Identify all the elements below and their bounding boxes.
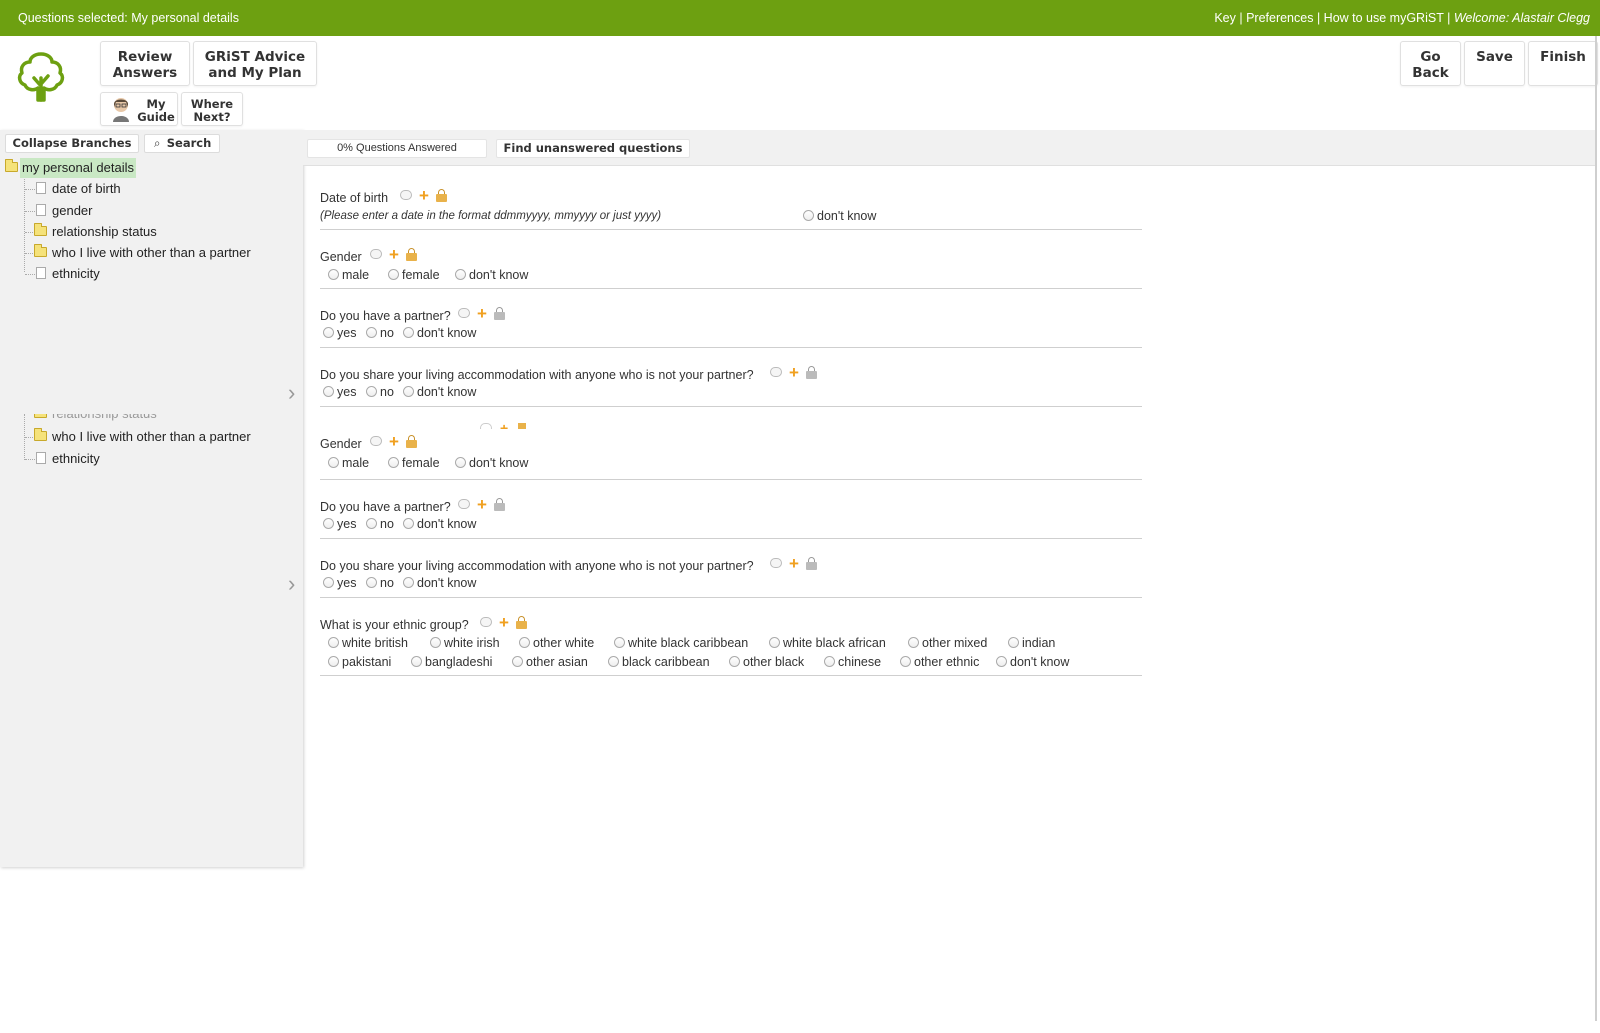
- question-partner: Do you have a partner? + yes no don't kn…: [320, 303, 1142, 348]
- plus-icon[interactable]: +: [475, 496, 489, 513]
- folder-icon: [34, 244, 47, 257]
- question-title: Do you have a partner?: [320, 500, 451, 514]
- folder-icon: [34, 428, 47, 441]
- question-title: Date of birth: [320, 191, 389, 205]
- question-share-accommodation: Do you share your living accommodation w…: [320, 362, 1142, 407]
- find-unanswered-button[interactable]: Find unanswered questions: [496, 139, 690, 158]
- welcome-text: Welcome: Alastair Clegg: [1453, 11, 1590, 25]
- question-gender: Gender + male female don't know: [320, 244, 1142, 289]
- progress-indicator: 0% Questions Answered: [307, 139, 487, 158]
- plus-icon[interactable]: +: [475, 305, 489, 322]
- question-partner: Do you have a partner? + yes no don't kn…: [320, 494, 1142, 539]
- save-button[interactable]: Save: [1464, 41, 1525, 86]
- plus-icon[interactable]: +: [497, 614, 511, 631]
- sidebar: Collapse Branches ⌕ Search my personal d…: [0, 130, 303, 867]
- folder-icon: [34, 414, 47, 418]
- document-icon: [36, 267, 46, 279]
- tree-logo-icon[interactable]: [12, 48, 70, 106]
- preferences-link[interactable]: Preferences: [1246, 11, 1313, 25]
- scroll-artifact: +: [480, 423, 540, 429]
- my-guide-button[interactable]: My Guide: [100, 92, 178, 126]
- chevron-right-icon[interactable]: ›: [288, 572, 302, 596]
- top-bar: Questions selected: My personal details …: [0, 0, 1600, 36]
- document-icon: [36, 204, 46, 216]
- grist-advice-button[interactable]: GRiST Advice and My Plan: [193, 41, 317, 86]
- date-format-hint: (Please enter a date in the format ddmmy…: [320, 210, 662, 222]
- question-title: Do you have a partner?: [320, 309, 451, 323]
- scrollbar[interactable]: [1595, 36, 1597, 1021]
- lock-icon[interactable]: [406, 435, 417, 448]
- comment-icon[interactable]: [458, 308, 470, 318]
- plus-icon[interactable]: +: [787, 364, 801, 381]
- tree-duplicate: relationship status who I live with othe…: [0, 414, 303, 474]
- comment-icon[interactable]: [480, 617, 492, 627]
- question-share-accommodation: Do you share your living accommodation w…: [320, 553, 1142, 598]
- comment-icon[interactable]: [370, 436, 382, 446]
- questions-selected-label: Questions selected: My personal details: [18, 11, 239, 25]
- folder-icon: [34, 223, 47, 236]
- lock-icon[interactable]: [406, 248, 417, 261]
- lock-icon[interactable]: [436, 189, 447, 202]
- lock-icon[interactable]: [806, 557, 817, 570]
- lock-icon[interactable]: [516, 616, 527, 629]
- lock-icon[interactable]: [494, 307, 505, 320]
- comment-icon[interactable]: [370, 249, 382, 259]
- question-title: Gender: [320, 437, 362, 451]
- how-to-use-link[interactable]: How to use myGRiST: [1324, 11, 1444, 25]
- question-gender: Gender + male female don't know: [320, 431, 1142, 480]
- folder-icon: [5, 159, 18, 172]
- document-icon: [36, 452, 46, 464]
- collapse-branches-button[interactable]: Collapse Branches: [5, 134, 139, 153]
- plus-icon[interactable]: +: [787, 555, 801, 572]
- question-title: What is your ethnic group?: [320, 618, 469, 632]
- question-title: Gender: [320, 250, 362, 264]
- tree: my personal details date of birth gender…: [0, 158, 303, 288]
- search-button[interactable]: ⌕ Search: [144, 134, 220, 153]
- where-next-button[interactable]: Where Next?: [181, 92, 243, 126]
- question-title: Do you share your living accommodation w…: [320, 368, 754, 382]
- comment-icon[interactable]: [770, 367, 782, 377]
- plus-icon[interactable]: +: [387, 246, 401, 263]
- review-answers-button[interactable]: Review Answers: [100, 41, 190, 86]
- finish-button[interactable]: Finish: [1528, 41, 1598, 86]
- question-date-of-birth: Date of birth + (Please enter a date in …: [320, 185, 1142, 230]
- chevron-right-icon[interactable]: ›: [288, 381, 302, 405]
- lock-icon[interactable]: [806, 366, 817, 379]
- question-ethnic-group: What is your ethnic group? + white briti…: [320, 612, 1142, 676]
- search-icon: ⌕: [154, 136, 161, 150]
- document-icon: [36, 182, 46, 194]
- key-link[interactable]: Key: [1214, 11, 1236, 25]
- comment-icon[interactable]: [400, 190, 412, 200]
- plus-icon[interactable]: +: [387, 433, 401, 450]
- comment-icon[interactable]: [770, 558, 782, 568]
- top-links: Key | Preferences | How to use myGRiST |…: [1214, 11, 1590, 25]
- lock-icon[interactable]: [494, 498, 505, 511]
- question-title: Do you share your living accommodation w…: [320, 559, 754, 573]
- comment-icon[interactable]: [458, 499, 470, 509]
- avatar: [111, 96, 131, 122]
- go-back-button[interactable]: Go Back: [1400, 41, 1461, 86]
- plus-icon[interactable]: +: [417, 187, 431, 204]
